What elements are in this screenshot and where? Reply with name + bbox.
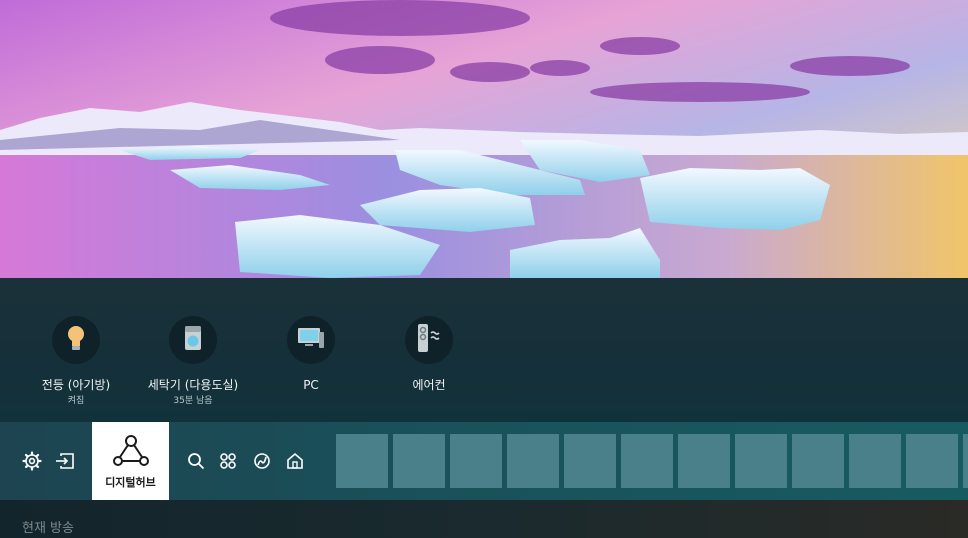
tv-home-screen: 전등 (아기방) 켜짐 세탁기 (다용도실) 35분 남음 PC 에어컨 디지털… xyxy=(0,0,968,538)
app-tile[interactable] xyxy=(621,434,673,488)
app-tile[interactable] xyxy=(450,434,502,488)
app-tile[interactable] xyxy=(792,434,844,488)
device-icon-circle xyxy=(405,316,453,364)
device-icon-circle xyxy=(52,316,100,364)
app-tile[interactable] xyxy=(963,434,968,488)
device-icon-circle xyxy=(169,316,217,364)
digital-hub-label: 디지털허브 xyxy=(105,476,156,489)
current-broadcast-section: 현재 방송 xyxy=(0,500,968,538)
ambient-icon[interactable] xyxy=(251,450,273,472)
monitor-icon xyxy=(297,326,325,354)
hero-landscape-image xyxy=(0,0,968,278)
apps-grid-icon[interactable] xyxy=(217,450,239,472)
home-nav-bar: 디지털허브 xyxy=(0,422,968,500)
app-tile[interactable] xyxy=(735,434,787,488)
washing-machine-icon xyxy=(184,325,202,355)
source-input-icon[interactable] xyxy=(54,450,76,472)
section-title: 현재 방송 xyxy=(22,521,74,536)
air-conditioner-icon xyxy=(416,323,442,357)
app-tile[interactable] xyxy=(393,434,445,488)
app-tile[interactable] xyxy=(849,434,901,488)
device-icon-circle xyxy=(287,316,335,364)
home-icon[interactable] xyxy=(284,450,306,472)
search-icon[interactable] xyxy=(185,450,207,472)
device-name: 에어컨 xyxy=(412,378,446,392)
device-panel: 전등 (아기방) 켜짐 세탁기 (다용도실) 35분 남음 PC 에어컨 xyxy=(0,278,968,422)
gear-icon[interactable] xyxy=(21,450,43,472)
light-bulb-icon xyxy=(65,325,87,355)
device-status: 35분 남음 xyxy=(173,396,213,406)
app-tile[interactable] xyxy=(336,434,388,488)
device-air-conditioner[interactable]: 에어컨 xyxy=(359,316,499,396)
app-tile[interactable] xyxy=(564,434,616,488)
app-tile[interactable] xyxy=(507,434,559,488)
app-tile[interactable] xyxy=(906,434,958,488)
connected-nodes-icon xyxy=(112,434,150,472)
app-tile[interactable] xyxy=(678,434,730,488)
digital-hub-button[interactable]: 디지털허브 xyxy=(92,422,169,500)
